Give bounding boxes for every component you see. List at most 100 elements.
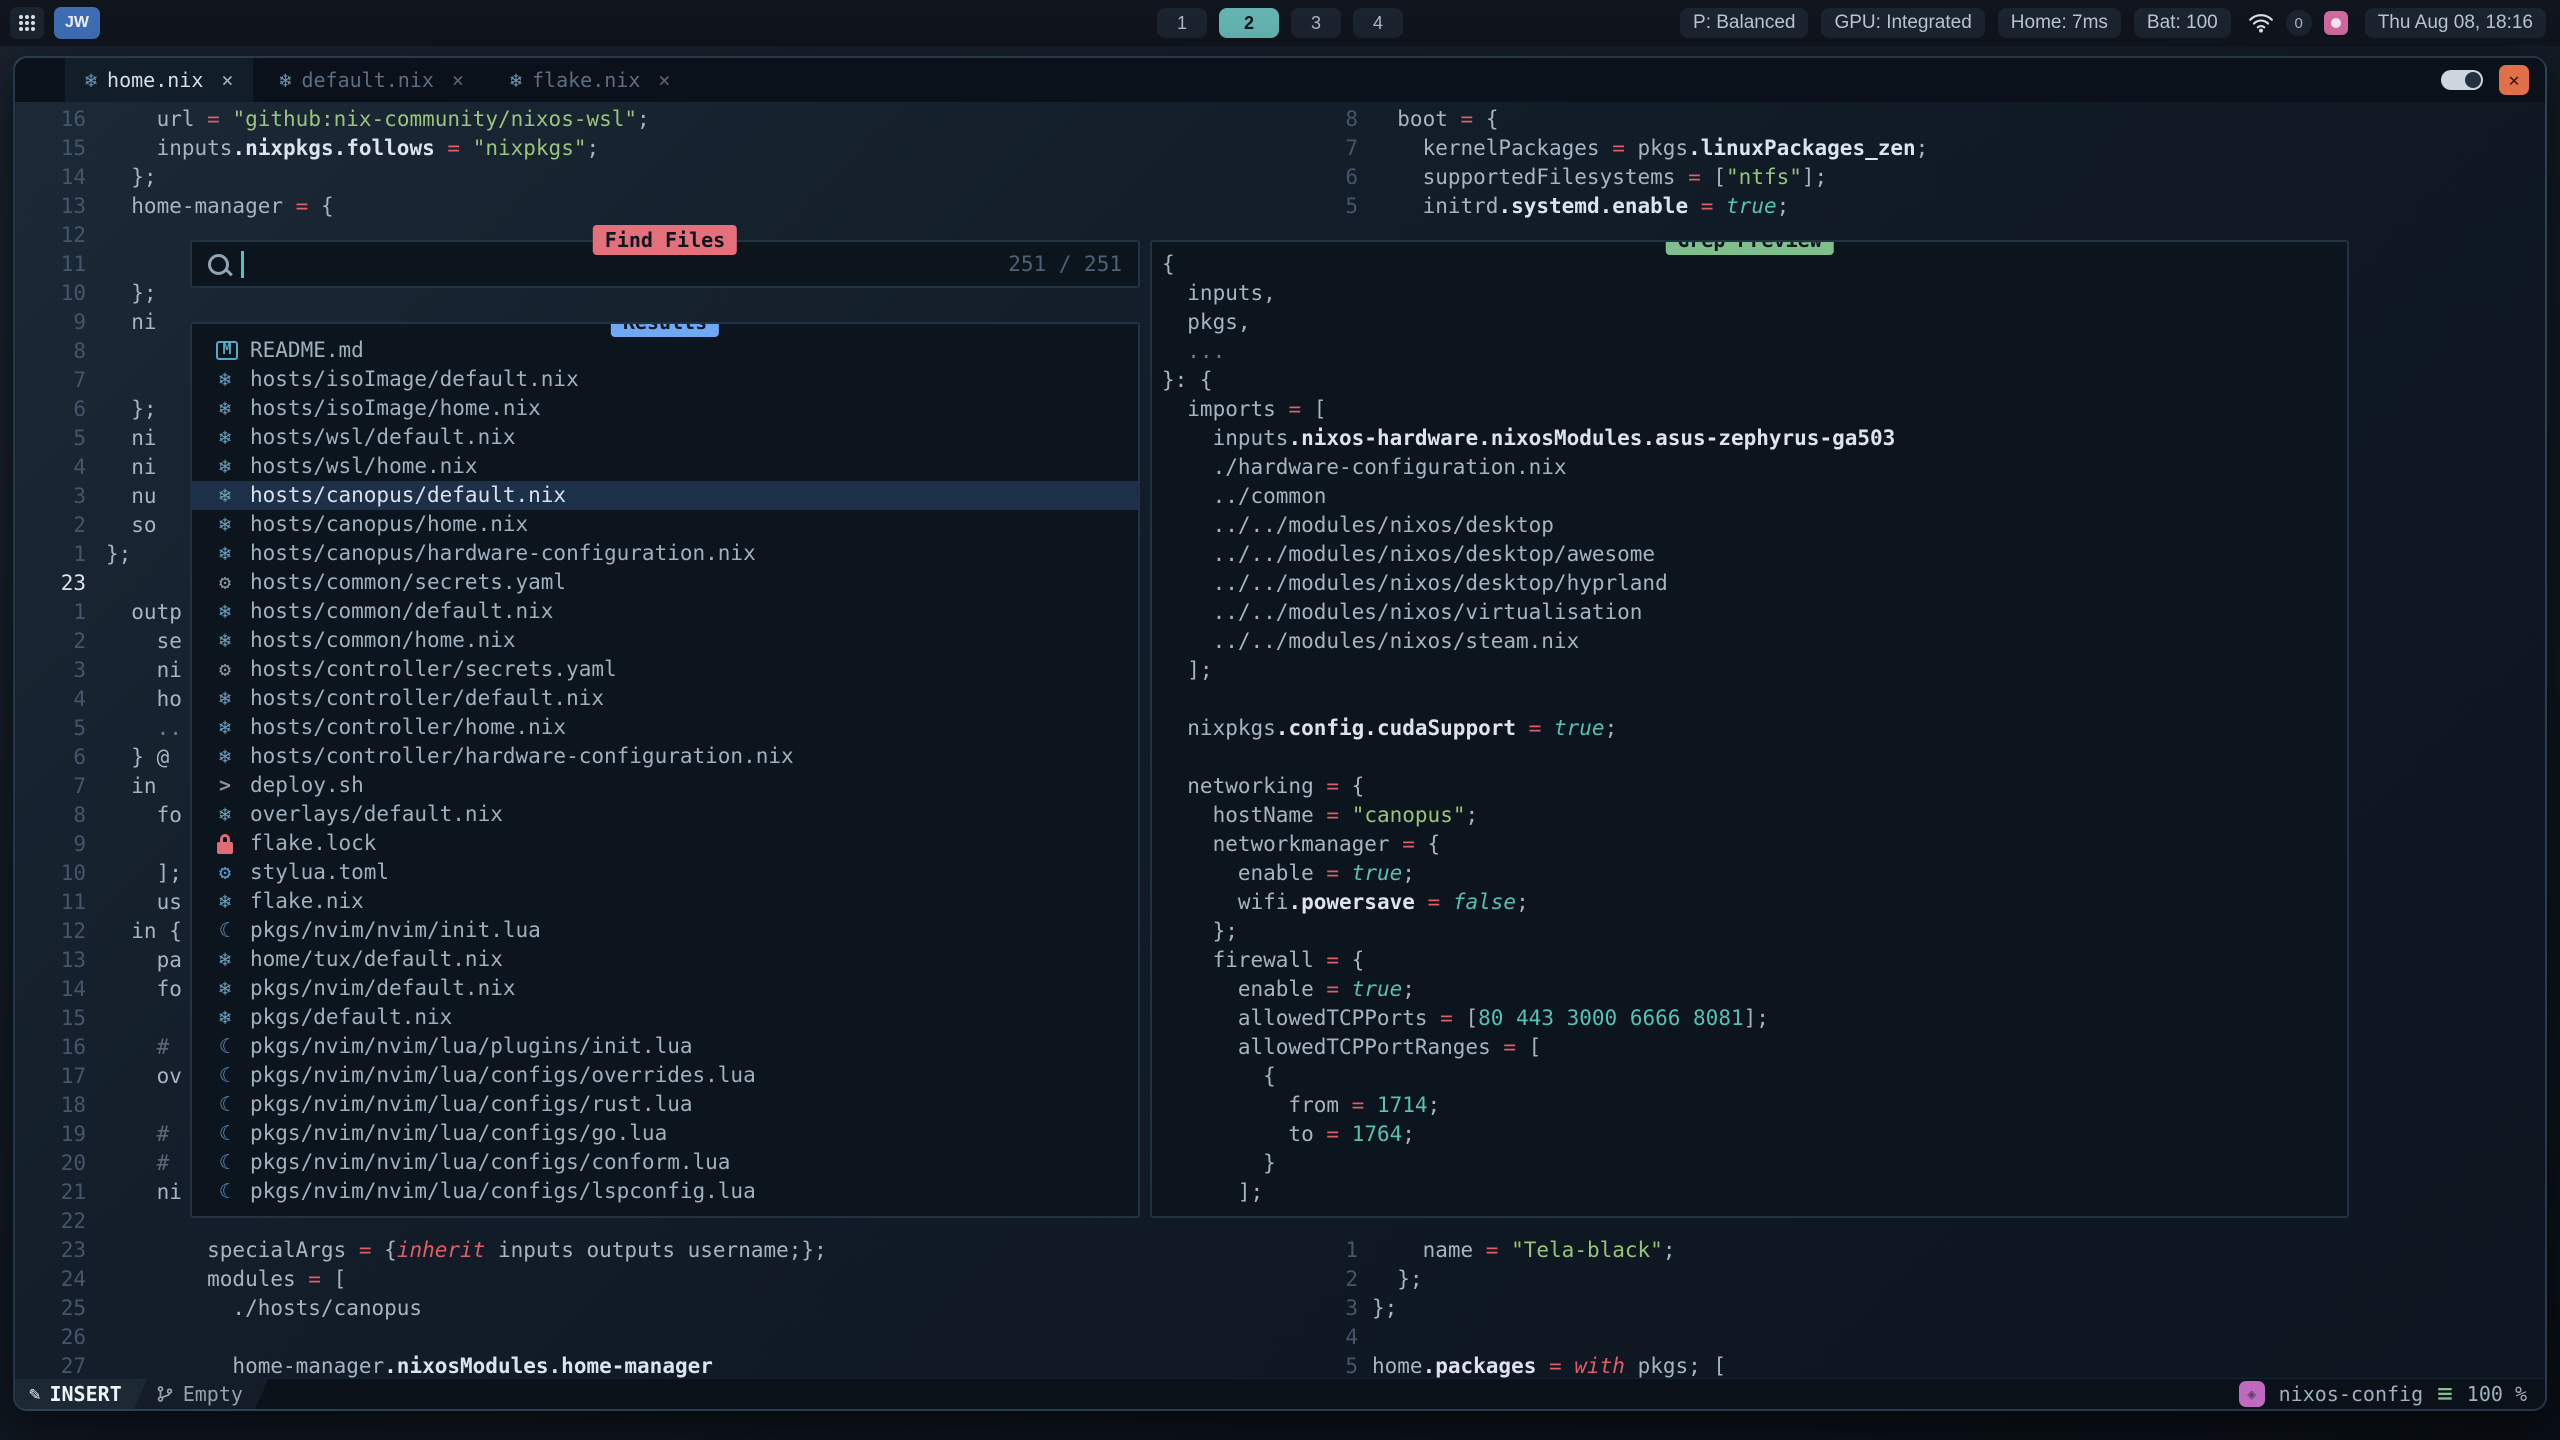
result-item[interactable]: ❄ hosts/canopus/hardware-configuration.n… <box>192 539 1138 568</box>
result-item[interactable]: ❄ pkgs/default.nix <box>192 1003 1138 1032</box>
code-text: boot = { <box>1372 105 1498 134</box>
workspace-label: 1 <box>1177 13 1187 34</box>
file-icon: ☾ <box>210 916 240 945</box>
window-toggle-icon[interactable] <box>2441 70 2483 90</box>
right-editor-pane-top[interactable]: 8 boot = {7 kernelPackages = pkgs.linuxP… <box>1313 105 2545 221</box>
buffer-tab[interactable]: ❄ home.nix × <box>65 58 253 102</box>
tray-zero-icon[interactable]: 0 <box>2286 10 2312 36</box>
code-line: 3}; <box>1313 1294 2545 1323</box>
line-number: 8 <box>15 337 106 366</box>
line-number: 6 <box>1313 163 1372 192</box>
result-path: pkgs/nvim/nvim/lua/configs/go.lua <box>250 1119 667 1148</box>
tab-close-icon[interactable]: × <box>452 68 464 92</box>
palette-icon[interactable] <box>2324 11 2348 35</box>
code-text: networkmanager = { <box>1162 830 1440 859</box>
result-item[interactable]: > deploy.sh <box>192 771 1138 800</box>
right-editor-pane-bottom[interactable]: 1 name = "Tela-black";2 };3};45home.pack… <box>1313 1236 2545 1378</box>
file-icon: ⚙ <box>210 568 240 597</box>
line-number: 1 <box>15 540 106 569</box>
result-item[interactable]: ❄ hosts/canopus/default.nix <box>192 481 1138 510</box>
result-item[interactable]: ❄ hosts/controller/default.nix <box>192 684 1138 713</box>
result-item[interactable]: ❄ hosts/controller/hardware-configuratio… <box>192 742 1138 771</box>
result-item[interactable]: ☾ pkgs/nvim/nvim/init.lua <box>192 916 1138 945</box>
workspace-button[interactable]: 1 <box>1157 8 1207 38</box>
tab-close-icon[interactable]: × <box>658 68 670 92</box>
result-item[interactable]: ⚙ hosts/controller/secrets.yaml <box>192 655 1138 684</box>
result-item[interactable]: ☾ pkgs/nvim/nvim/lua/configs/go.lua <box>192 1119 1138 1148</box>
tab-label: flake.nix <box>532 68 640 92</box>
apps-grid-icon[interactable] <box>10 7 44 39</box>
result-item[interactable]: ⚙ hosts/common/secrets.yaml <box>192 568 1138 597</box>
file-icon: ❄ <box>210 742 240 771</box>
result-item[interactable]: ❄ hosts/isoImage/home.nix <box>192 394 1138 423</box>
launcher-logo[interactable]: JW <box>54 7 100 39</box>
result-item[interactable]: ☾ pkgs/nvim/nvim/lua/configs/lspconfig.l… <box>192 1177 1138 1206</box>
code-line: ... <box>1162 337 2347 366</box>
workspace-button[interactable]: 2 <box>1219 8 1279 38</box>
result-item[interactable]: flake.lock <box>192 829 1138 858</box>
line-number: 13 <box>15 946 106 975</box>
code-text: ../../modules/nixos/steam.nix <box>1162 627 1579 656</box>
line-number: 9 <box>15 830 106 859</box>
result-path: pkgs/nvim/nvim/lua/configs/overrides.lua <box>250 1061 756 1090</box>
line-number: 11 <box>15 888 106 917</box>
result-item[interactable]: ❄ home/tux/default.nix <box>192 945 1138 974</box>
code-text: modules = [ <box>106 1265 346 1294</box>
result-item[interactable]: ☾ pkgs/nvim/nvim/lua/configs/conform.lua <box>192 1148 1138 1177</box>
result-item[interactable]: ⚙ stylua.toml <box>192 858 1138 887</box>
line-number: 13 <box>15 192 106 221</box>
buffer-tab[interactable]: ❄ default.nix × <box>259 58 484 102</box>
line-number: 6 <box>15 743 106 772</box>
status-modules: P: BalancedGPU: IntegratedHome: 7msBat: … <box>1680 8 2231 38</box>
result-item[interactable]: ❄ overlays/default.nix <box>192 800 1138 829</box>
code-text: in <box>106 772 157 801</box>
result-item[interactable]: ❄ hosts/wsl/home.nix <box>192 452 1138 481</box>
result-item[interactable]: ☾ pkgs/nvim/nvim/lua/configs/overrides.l… <box>192 1061 1138 1090</box>
code-line: }; <box>1162 917 2347 946</box>
window-close-button[interactable]: ✕ <box>2499 65 2529 95</box>
code-text: name = "Tela-black"; <box>1372 1236 1675 1265</box>
result-item[interactable]: ❄ hosts/common/home.nix <box>192 626 1138 655</box>
workspace-label: 3 <box>1311 13 1321 34</box>
code-text: imports = [ <box>1162 395 1326 424</box>
result-item[interactable]: ❄ flake.nix <box>192 887 1138 916</box>
code-text: allowedTCPPortRanges = [ <box>1162 1033 1541 1062</box>
code-text: }; <box>1162 917 1238 946</box>
result-item[interactable]: ☾ pkgs/nvim/nvim/lua/plugins/init.lua <box>192 1032 1138 1061</box>
line-number: 8 <box>1313 105 1372 134</box>
result-item[interactable]: ❄ hosts/controller/home.nix <box>192 713 1138 742</box>
code-line: imports = [ <box>1162 395 2347 424</box>
file-icon: ❄ <box>210 423 240 452</box>
result-item[interactable]: ❄ pkgs/nvim/default.nix <box>192 974 1138 1003</box>
code-text: ]; <box>106 859 182 888</box>
result-path: hosts/common/home.nix <box>250 626 516 655</box>
line-number: 7 <box>1313 134 1372 163</box>
code-line <box>1162 685 2347 714</box>
code-line: 6 supportedFilesystems = ["ntfs"]; <box>1313 163 2545 192</box>
workspace-button[interactable]: 4 <box>1353 8 1403 38</box>
file-icon: ☾ <box>210 1090 240 1119</box>
result-path: hosts/controller/secrets.yaml <box>250 655 617 684</box>
result-item[interactable]: ❄ hosts/wsl/default.nix <box>192 423 1138 452</box>
find-files-prompt[interactable]: Find Files 251 / 251 <box>190 240 1140 288</box>
result-item[interactable]: ❄ hosts/canopus/home.nix <box>192 510 1138 539</box>
result-item[interactable]: ☾ pkgs/nvim/nvim/lua/configs/rust.lua <box>192 1090 1138 1119</box>
mode-label: INSERT <box>49 1382 121 1406</box>
code-line: inputs, <box>1162 279 2347 308</box>
code-text: kernelPackages = pkgs.linuxPackages_zen; <box>1372 134 1928 163</box>
result-item[interactable]: ❄ hosts/isoImage/default.nix <box>192 365 1138 394</box>
code-line: ../../modules/nixos/steam.nix <box>1162 627 2347 656</box>
code-text: ni <box>106 424 157 453</box>
result-item[interactable]: ❄ hosts/common/default.nix <box>192 597 1138 626</box>
code-text: # <box>106 1033 169 1062</box>
result-item[interactable]: M README.md <box>192 336 1138 365</box>
line-number: 3 <box>1313 1294 1372 1323</box>
buffer-tab[interactable]: ❄ flake.nix × <box>490 58 690 102</box>
code-line: networking = { <box>1162 772 2347 801</box>
file-icon: ❄ <box>210 626 240 655</box>
workspace-button[interactable]: 3 <box>1291 8 1341 38</box>
tab-close-icon[interactable]: × <box>221 68 233 92</box>
wifi-icon[interactable] <box>2248 13 2274 33</box>
code-text: }; <box>1372 1265 1423 1294</box>
code-line: 13 home-manager = { <box>15 192 1313 221</box>
